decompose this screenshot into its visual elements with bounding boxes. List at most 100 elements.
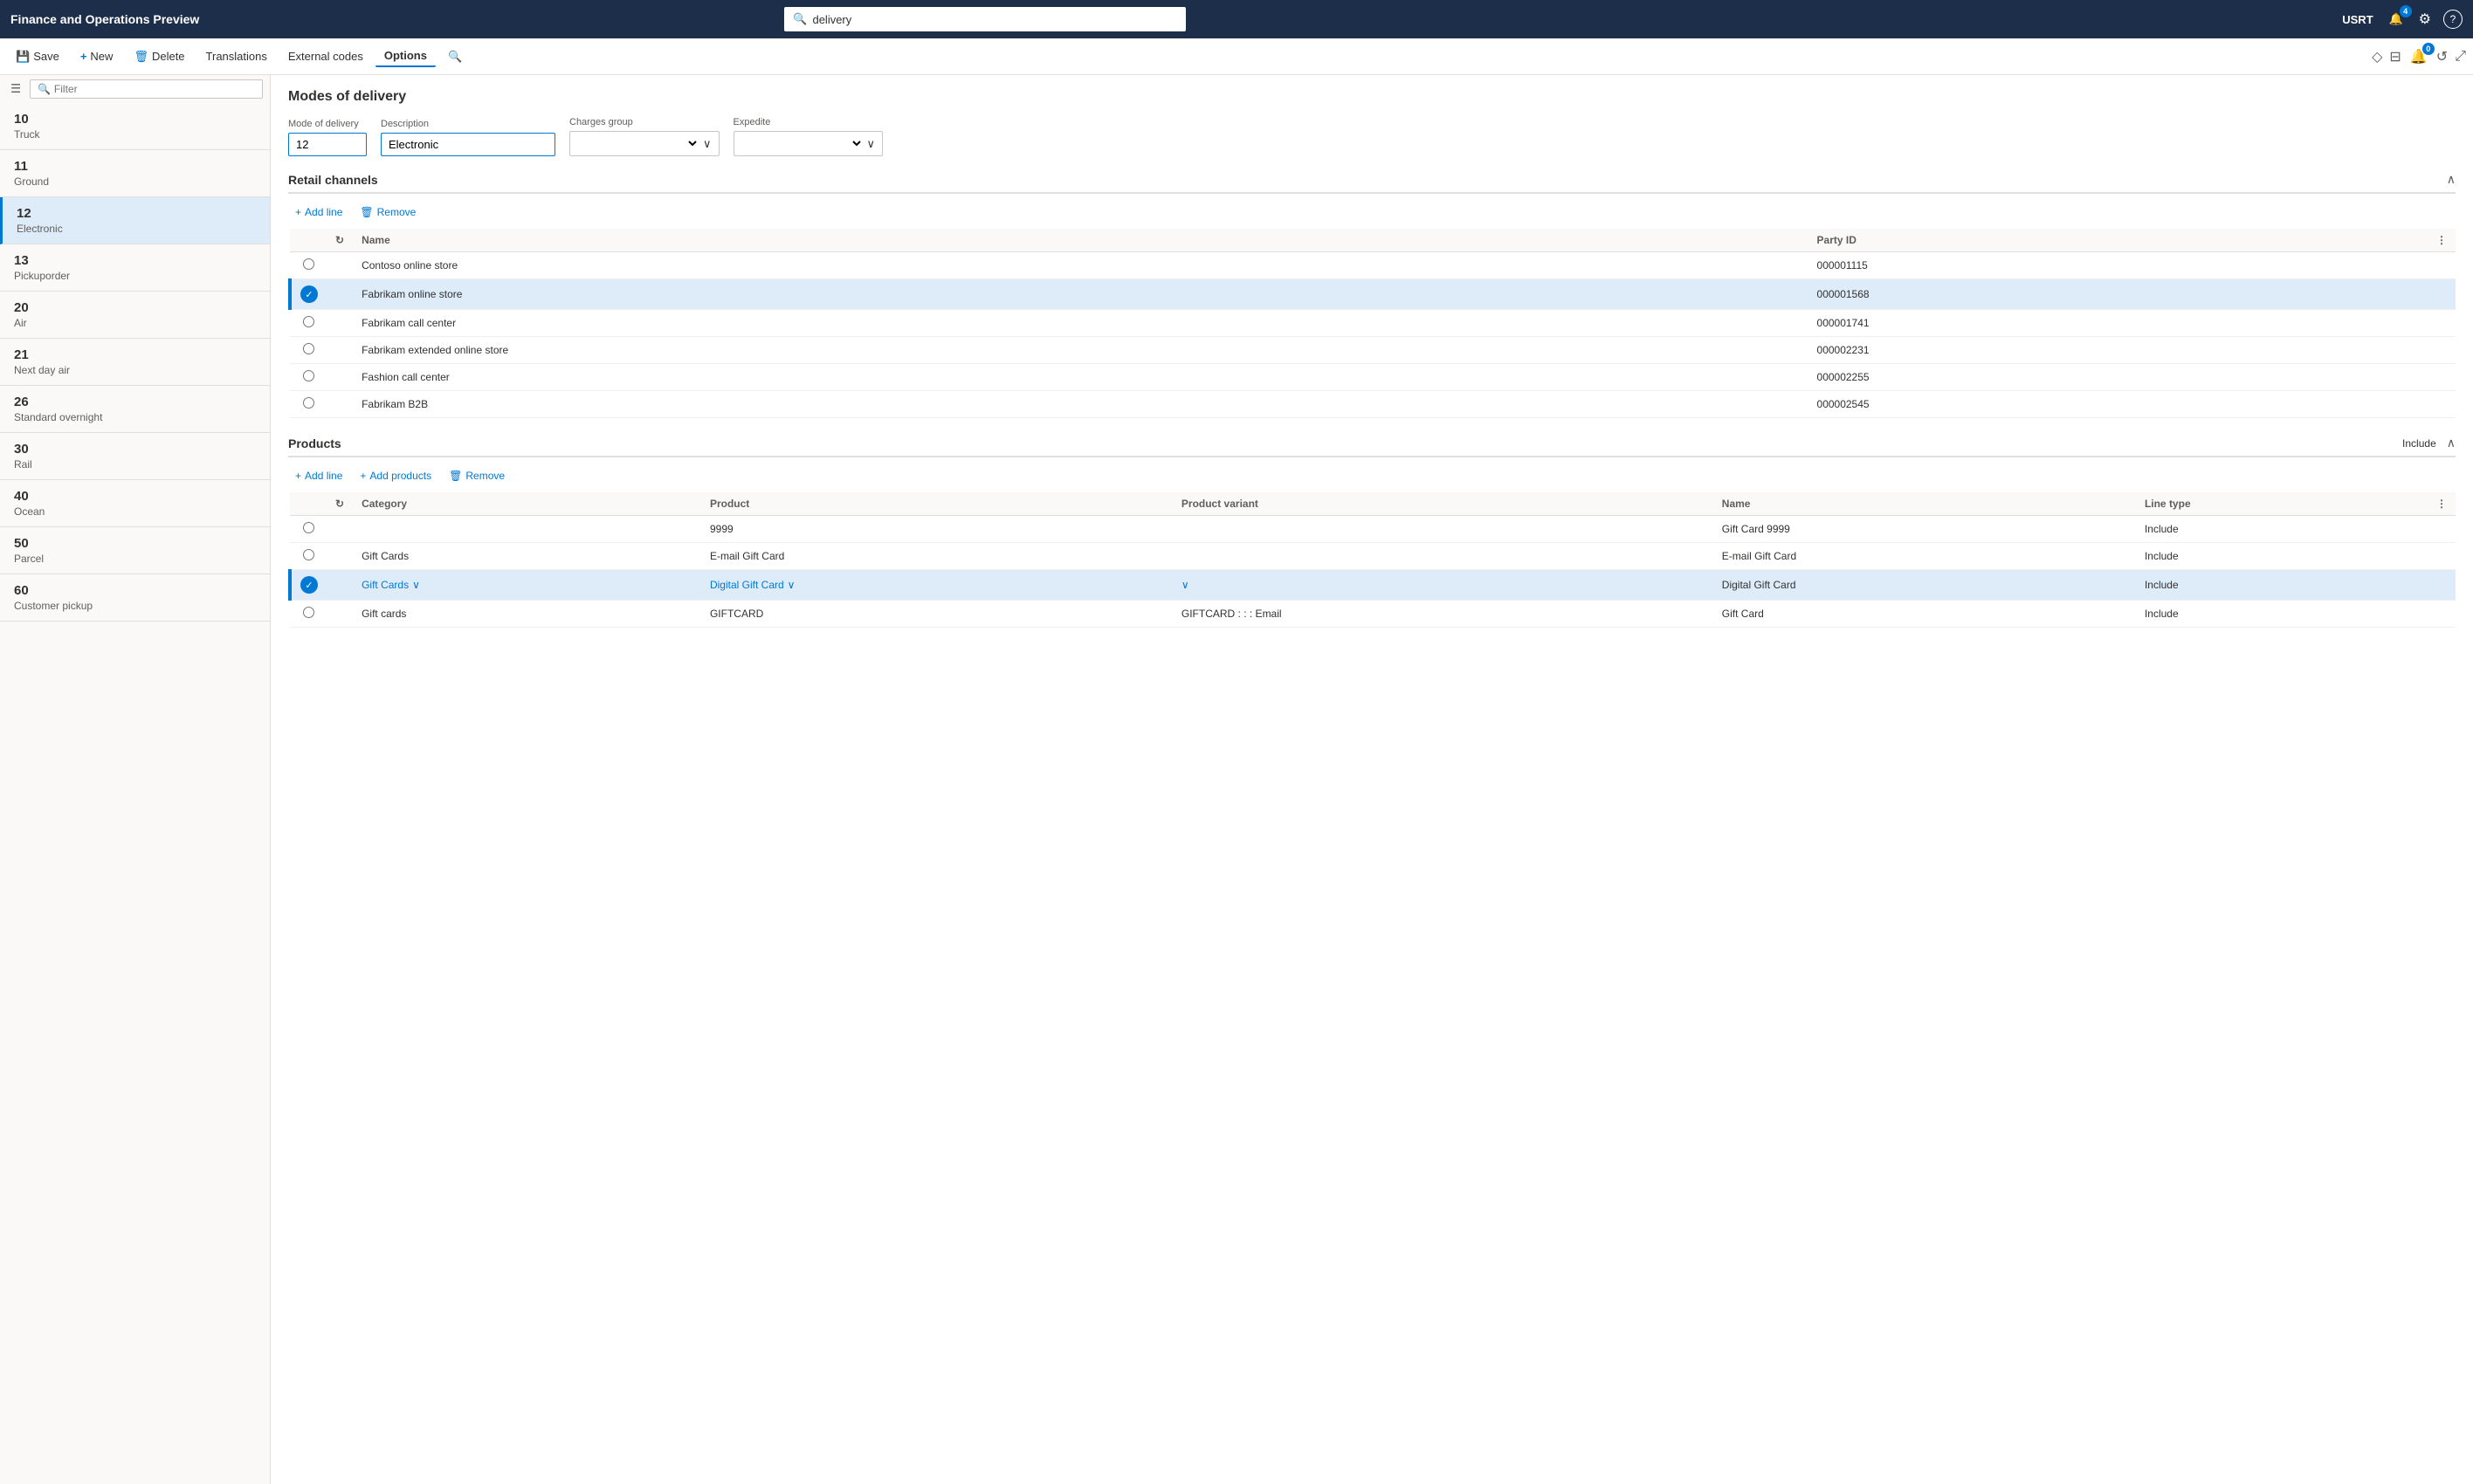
sidebar-filter-input[interactable] (54, 83, 255, 95)
description-input[interactable] (381, 133, 555, 156)
retail-channels-table: ↻ Name Party ID ⋮ Contoso online store 0… (288, 229, 2456, 418)
sidebar-item-12[interactable]: 12Electronic (0, 197, 270, 244)
translations-button[interactable]: Translations (197, 46, 276, 66)
sidebar-item-21[interactable]: 21Next day air (0, 339, 270, 386)
row-select-cell[interactable] (290, 391, 327, 418)
sidebar-item-26[interactable]: 26Standard overnight (0, 386, 270, 433)
row-radio[interactable] (303, 607, 314, 618)
products-remove-button[interactable]: 🗑 Remove (442, 466, 512, 485)
sidebar-item-11[interactable]: 11Ground (0, 150, 270, 197)
row-select-cell[interactable]: ✓ (290, 570, 327, 601)
columns-icon[interactable]: ⊟ (2389, 48, 2401, 65)
sidebar-item-name: Truck (14, 128, 256, 141)
row-refresh-cell (327, 337, 353, 364)
row-select-cell[interactable] (290, 337, 327, 364)
row-select-cell[interactable] (290, 543, 327, 570)
table-row[interactable]: ✓ Fabrikam online store 000001568 (290, 279, 2456, 310)
charges-group-select-wrap[interactable]: ∨ (569, 131, 720, 156)
main-layout: ☰ 🔍 10Truck11Ground12Electronic13Pickupo… (0, 75, 2473, 1484)
refresh-icon[interactable]: ↺ (2436, 48, 2448, 65)
variant-chevron-down-icon: ∨ (1181, 579, 1189, 591)
row-name-cell: Contoso online store (353, 252, 1808, 279)
delete-button[interactable]: 🗑 Delete (125, 46, 193, 67)
gear-icon[interactable]: ⚙ (2419, 10, 2431, 28)
sidebar-item-name: Ground (14, 175, 256, 188)
sidebar-item-13[interactable]: 13Pickuporder (0, 244, 270, 292)
row-radio[interactable] (303, 258, 314, 270)
sidebar: ☰ 🔍 10Truck11Ground12Electronic13Pickupo… (0, 75, 271, 1484)
sidebar-item-30[interactable]: 30Rail (0, 433, 270, 480)
table-row[interactable]: Fashion call center 000002255 (290, 364, 2456, 391)
category-dropdown[interactable]: Gift Cards ∨ (362, 579, 692, 591)
table-row[interactable]: Fabrikam extended online store 000002231 (290, 337, 2456, 364)
table-row[interactable]: Gift Cards E-mail Gift Card E-mail Gift … (290, 543, 2456, 570)
table-row[interactable]: 9999 Gift Card 9999 Include (290, 516, 2456, 543)
row-product-cell[interactable]: Digital Gift Card ∨ (701, 570, 1173, 601)
retail-remove-button[interactable]: 🗑 Remove (353, 203, 423, 222)
save-button[interactable]: 💾 Save (7, 46, 68, 67)
row-radio[interactable] (303, 397, 314, 409)
row-select-cell[interactable] (290, 252, 327, 279)
sidebar-item-20[interactable]: 20Air (0, 292, 270, 339)
row-radio[interactable] (303, 522, 314, 533)
row-select-cell[interactable] (290, 516, 327, 543)
new-button[interactable]: + New (72, 46, 122, 66)
notification-count: 4 (2400, 5, 2412, 17)
row-variant-cell (1173, 543, 1713, 570)
page-title: Modes of delivery (288, 89, 2456, 105)
row-select-cell[interactable] (290, 364, 327, 391)
mode-of-delivery-input[interactable] (288, 133, 367, 156)
search-input[interactable] (812, 13, 1177, 26)
sidebar-item-number: 50 (14, 536, 256, 551)
products-header: Products Include ∧ (288, 436, 2456, 457)
table-row[interactable]: Contoso online store 000001115 (290, 252, 2456, 279)
top-bar: Finance and Operations Preview 🔍 USRT 🔔 … (0, 0, 2473, 38)
products-refresh-icon[interactable]: ↻ (335, 498, 344, 510)
search-bar[interactable]: 🔍 (784, 7, 1186, 31)
row-radio[interactable] (303, 370, 314, 381)
expedite-select[interactable] (741, 136, 864, 151)
row-select-cell[interactable] (290, 601, 327, 628)
product-dropdown[interactable]: Digital Gift Card ∨ (710, 579, 1164, 591)
help-icon[interactable]: ? (2443, 10, 2463, 29)
table-row[interactable]: Fabrikam call center 000001741 (290, 310, 2456, 337)
expand-icon[interactable]: ⤢ (2455, 49, 2466, 65)
row-select-cell[interactable]: ✓ (290, 279, 327, 310)
sidebar-item-10[interactable]: 10Truck (0, 103, 270, 150)
charges-group-select[interactable] (577, 136, 699, 151)
row-radio[interactable] (303, 549, 314, 560)
notification-bell[interactable]: 🔔 4 (2386, 9, 2407, 30)
row-actions-cell (2428, 337, 2456, 364)
row-select-cell[interactable] (290, 310, 327, 337)
sidebar-item-40[interactable]: 40Ocean (0, 480, 270, 527)
external-codes-button[interactable]: External codes (279, 46, 372, 66)
row-refresh-cell (327, 310, 353, 337)
cmd-notification[interactable]: 🔔 0 (2408, 46, 2429, 67)
retail-refresh-icon[interactable]: ↻ (335, 234, 344, 246)
row-category-cell[interactable]: Gift Cards ∨ (353, 570, 701, 601)
sidebar-item-60[interactable]: 60Customer pickup (0, 574, 270, 622)
options-button[interactable]: Options (375, 45, 436, 67)
row-radio[interactable] (303, 343, 314, 354)
row-actions-cell (2428, 364, 2456, 391)
variant-dropdown[interactable]: ∨ (1181, 579, 1705, 591)
new-plus-icon: + (80, 50, 87, 63)
table-row[interactable]: ✓ Gift Cards ∨ Digital Gift Card ∨ ∨ Dig… (290, 570, 2456, 601)
search-cmd-button[interactable]: 🔍 (439, 46, 471, 67)
products-collapse-btn[interactable]: ∧ (2447, 436, 2456, 450)
filter-toggle-button[interactable]: ☰ (7, 79, 24, 100)
content-area: Modes of delivery Mode of delivery Descr… (271, 75, 2473, 1484)
row-radio[interactable] (303, 316, 314, 327)
diamond-icon[interactable]: ◇ (2372, 48, 2382, 65)
table-row[interactable]: Fabrikam B2B 000002545 (290, 391, 2456, 418)
row-variant-cell[interactable]: ∨ (1173, 570, 1713, 601)
retail-channels-collapse-btn[interactable]: ∧ (2447, 172, 2456, 187)
row-checkbox-checked: ✓ (300, 285, 318, 303)
products-add-line-button[interactable]: + Add line (288, 466, 349, 485)
sidebar-item-50[interactable]: 50Parcel (0, 527, 270, 574)
retail-add-line-button[interactable]: + Add line (288, 203, 349, 222)
expedite-select-wrap[interactable]: ∨ (734, 131, 884, 156)
sidebar-item-number: 40 (14, 489, 256, 504)
table-row[interactable]: Gift cards GIFTCARD GIFTCARD : : : Email… (290, 601, 2456, 628)
products-add-products-button[interactable]: + Add products (353, 466, 438, 485)
